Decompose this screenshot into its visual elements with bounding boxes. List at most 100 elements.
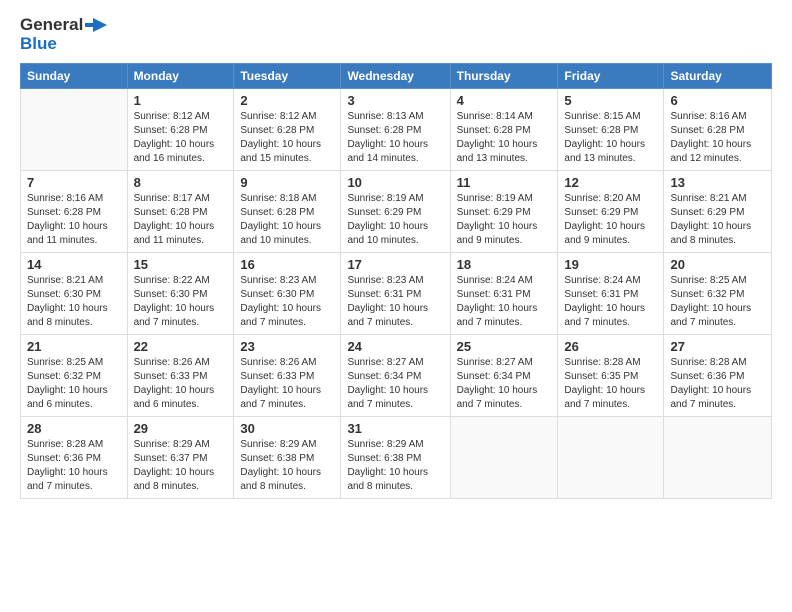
day-info: Sunrise: 8:28 AM Sunset: 6:36 PM Dayligh…	[27, 438, 121, 494]
calendar-cell: 26 Sunrise: 8:28 AM Sunset: 6:35 PM Dayli…	[558, 335, 664, 417]
day-info: Sunrise: 8:29 AM Sunset: 6:37 PM Dayligh…	[134, 438, 228, 494]
logo-arrow-icon	[85, 16, 107, 34]
day-number: 23	[240, 339, 334, 354]
day-number: 15	[134, 257, 228, 272]
calendar-cell: 21 Sunrise: 8:25 AM Sunset: 6:32 PM Dayli…	[21, 335, 128, 417]
day-info: Sunrise: 8:18 AM Sunset: 6:28 PM Dayligh…	[240, 192, 334, 248]
calendar-cell: 7 Sunrise: 8:16 AM Sunset: 6:28 PM Daylig…	[21, 171, 128, 253]
day-info: Sunrise: 8:14 AM Sunset: 6:28 PM Dayligh…	[457, 110, 552, 166]
calendar-cell: 6Sunrise: 8:16 AM Sunset: 6:28 PM Daylig…	[664, 89, 772, 171]
day-info: Sunrise: 8:16 AM Sunset: 6:28 PM Dayligh…	[670, 110, 765, 166]
day-info: Sunrise: 8:15 AM Sunset: 6:28 PM Dayligh…	[564, 110, 657, 166]
logo-blue: Blue	[20, 35, 107, 54]
day-number: 17	[347, 257, 443, 272]
week-row-1: 1 Sunrise: 8:12 AM Sunset: 6:28 PM Daylig…	[21, 89, 772, 171]
calendar-cell: 22 Sunrise: 8:26 AM Sunset: 6:33 PM Dayli…	[127, 335, 234, 417]
day-info: Sunrise: 8:12 AM Sunset: 6:28 PM Dayligh…	[240, 110, 334, 166]
day-info: Sunrise: 8:20 AM Sunset: 6:29 PM Dayligh…	[564, 192, 657, 248]
calendar-table: SundayMondayTuesdayWednesdayThursdayFrid…	[20, 63, 772, 499]
calendar-header-row: SundayMondayTuesdayWednesdayThursdayFrid…	[21, 64, 772, 89]
day-info: Sunrise: 8:28 AM Sunset: 6:35 PM Dayligh…	[564, 356, 657, 412]
day-info: Sunrise: 8:26 AM Sunset: 6:33 PM Dayligh…	[240, 356, 334, 412]
day-number: 2	[240, 93, 334, 108]
day-number: 14	[27, 257, 121, 272]
day-info: Sunrise: 8:24 AM Sunset: 6:31 PM Dayligh…	[564, 274, 657, 330]
day-number: 8	[134, 175, 228, 190]
calendar-cell: 28Sunrise: 8:28 AM Sunset: 6:36 PM Dayli…	[21, 417, 128, 499]
header: General Blue	[20, 16, 772, 53]
calendar-cell: 30Sunrise: 8:29 AM Sunset: 6:38 PM Dayli…	[234, 417, 341, 499]
day-info: Sunrise: 8:12 AM Sunset: 6:28 PM Dayligh…	[134, 110, 228, 166]
day-info: Sunrise: 8:17 AM Sunset: 6:28 PM Dayligh…	[134, 192, 228, 248]
calendar-cell: 14 Sunrise: 8:21 AM Sunset: 6:30 PM Dayli…	[21, 253, 128, 335]
week-row-3: 14 Sunrise: 8:21 AM Sunset: 6:30 PM Dayli…	[21, 253, 772, 335]
calendar-cell: 27 Sunrise: 8:28 AM Sunset: 6:36 PM Dayli…	[664, 335, 772, 417]
day-number: 20	[670, 257, 765, 272]
calendar-cell	[450, 417, 558, 499]
week-row-5: 28Sunrise: 8:28 AM Sunset: 6:36 PM Dayli…	[21, 417, 772, 499]
day-info: Sunrise: 8:21 AM Sunset: 6:29 PM Dayligh…	[670, 192, 765, 248]
week-row-4: 21 Sunrise: 8:25 AM Sunset: 6:32 PM Dayli…	[21, 335, 772, 417]
calendar-cell: 2 Sunrise: 8:12 AM Sunset: 6:28 PM Daylig…	[234, 89, 341, 171]
day-number: 30	[240, 421, 334, 436]
calendar-cell: 19Sunrise: 8:24 AM Sunset: 6:31 PM Dayli…	[558, 253, 664, 335]
header-thursday: Thursday	[450, 64, 558, 89]
day-info: Sunrise: 8:22 AM Sunset: 6:30 PM Dayligh…	[134, 274, 228, 330]
calendar-cell: 15 Sunrise: 8:22 AM Sunset: 6:30 PM Dayli…	[127, 253, 234, 335]
day-number: 22	[134, 339, 228, 354]
calendar-cell: 25 Sunrise: 8:27 AM Sunset: 6:34 PM Dayli…	[450, 335, 558, 417]
calendar-cell: 1 Sunrise: 8:12 AM Sunset: 6:28 PM Daylig…	[127, 89, 234, 171]
calendar-cell: 24Sunrise: 8:27 AM Sunset: 6:34 PM Dayli…	[341, 335, 450, 417]
day-number: 18	[457, 257, 552, 272]
day-info: Sunrise: 8:21 AM Sunset: 6:30 PM Dayligh…	[27, 274, 121, 330]
day-number: 3	[347, 93, 443, 108]
day-number: 21	[27, 339, 121, 354]
day-info: Sunrise: 8:23 AM Sunset: 6:31 PM Dayligh…	[347, 274, 443, 330]
day-number: 10	[347, 175, 443, 190]
calendar-cell: 3 Sunrise: 8:13 AM Sunset: 6:28 PM Daylig…	[341, 89, 450, 171]
day-info: Sunrise: 8:27 AM Sunset: 6:34 PM Dayligh…	[347, 356, 443, 412]
day-info: Sunrise: 8:23 AM Sunset: 6:30 PM Dayligh…	[240, 274, 334, 330]
day-number: 25	[457, 339, 552, 354]
week-row-2: 7 Sunrise: 8:16 AM Sunset: 6:28 PM Daylig…	[21, 171, 772, 253]
calendar-cell: 8 Sunrise: 8:17 AM Sunset: 6:28 PM Daylig…	[127, 171, 234, 253]
calendar-cell: 17 Sunrise: 8:23 AM Sunset: 6:31 PM Dayli…	[341, 253, 450, 335]
calendar-cell: 11Sunrise: 8:19 AM Sunset: 6:29 PM Dayli…	[450, 171, 558, 253]
calendar-cell	[21, 89, 128, 171]
header-wednesday: Wednesday	[341, 64, 450, 89]
calendar-cell: 9Sunrise: 8:18 AM Sunset: 6:28 PM Daylig…	[234, 171, 341, 253]
calendar-cell: 10Sunrise: 8:19 AM Sunset: 6:29 PM Dayli…	[341, 171, 450, 253]
day-number: 16	[240, 257, 334, 272]
header-tuesday: Tuesday	[234, 64, 341, 89]
day-info: Sunrise: 8:28 AM Sunset: 6:36 PM Dayligh…	[670, 356, 765, 412]
day-number: 1	[134, 93, 228, 108]
day-number: 4	[457, 93, 552, 108]
day-info: Sunrise: 8:29 AM Sunset: 6:38 PM Dayligh…	[347, 438, 443, 494]
day-number: 13	[670, 175, 765, 190]
calendar-cell	[558, 417, 664, 499]
day-number: 29	[134, 421, 228, 436]
calendar-cell: 18 Sunrise: 8:24 AM Sunset: 6:31 PM Dayli…	[450, 253, 558, 335]
day-number: 5	[564, 93, 657, 108]
day-number: 31	[347, 421, 443, 436]
day-info: Sunrise: 8:13 AM Sunset: 6:28 PM Dayligh…	[347, 110, 443, 166]
day-info: Sunrise: 8:25 AM Sunset: 6:32 PM Dayligh…	[670, 274, 765, 330]
day-number: 27	[670, 339, 765, 354]
day-info: Sunrise: 8:25 AM Sunset: 6:32 PM Dayligh…	[27, 356, 121, 412]
day-info: Sunrise: 8:16 AM Sunset: 6:28 PM Dayligh…	[27, 192, 121, 248]
calendar-cell: 4 Sunrise: 8:14 AM Sunset: 6:28 PM Daylig…	[450, 89, 558, 171]
calendar-cell: 5 Sunrise: 8:15 AM Sunset: 6:28 PM Daylig…	[558, 89, 664, 171]
calendar-cell: 31 Sunrise: 8:29 AM Sunset: 6:38 PM Dayli…	[341, 417, 450, 499]
page: General Blue SundayMondayTuesdayWednesda…	[0, 0, 792, 612]
day-number: 7	[27, 175, 121, 190]
day-number: 12	[564, 175, 657, 190]
calendar-cell: 29 Sunrise: 8:29 AM Sunset: 6:37 PM Dayli…	[127, 417, 234, 499]
day-info: Sunrise: 8:27 AM Sunset: 6:34 PM Dayligh…	[457, 356, 552, 412]
day-info: Sunrise: 8:24 AM Sunset: 6:31 PM Dayligh…	[457, 274, 552, 330]
calendar-cell: 16 Sunrise: 8:23 AM Sunset: 6:30 PM Dayli…	[234, 253, 341, 335]
calendar-cell: 20 Sunrise: 8:25 AM Sunset: 6:32 PM Dayli…	[664, 253, 772, 335]
header-monday: Monday	[127, 64, 234, 89]
header-sunday: Sunday	[21, 64, 128, 89]
day-number: 26	[564, 339, 657, 354]
day-info: Sunrise: 8:26 AM Sunset: 6:33 PM Dayligh…	[134, 356, 228, 412]
